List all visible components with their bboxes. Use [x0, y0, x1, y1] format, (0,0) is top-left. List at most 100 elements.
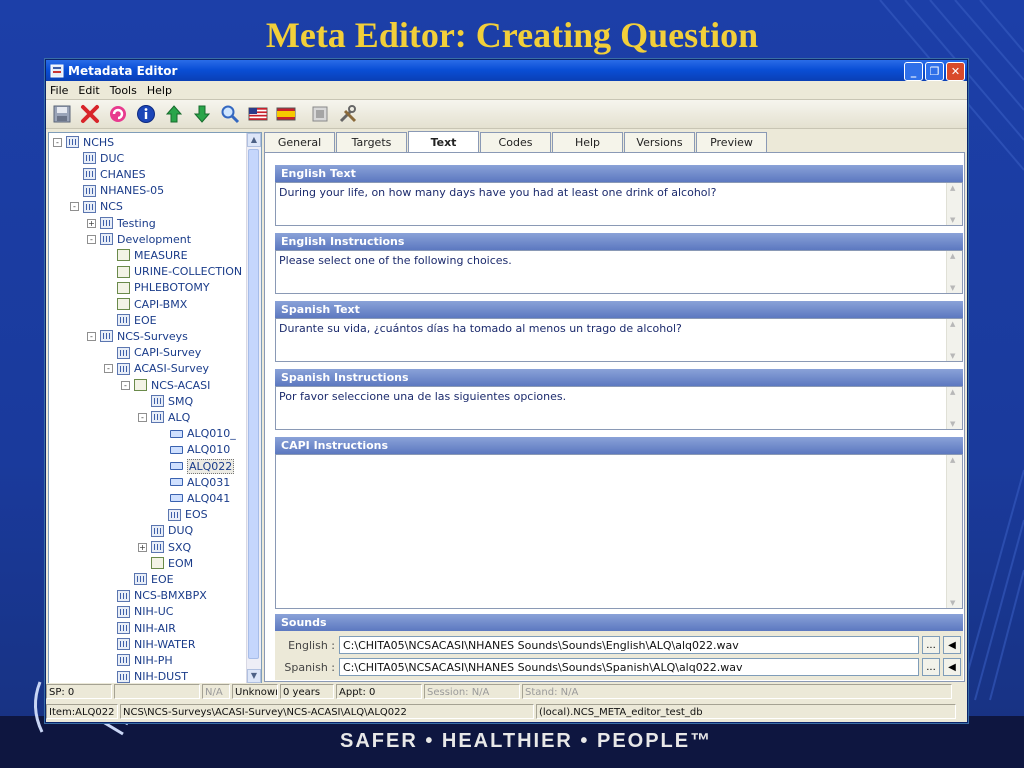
menu-help[interactable]: Help [147, 84, 172, 97]
collapse-icon[interactable]: - [121, 380, 130, 390]
tree-node[interactable]: - NCS-Surveys [87, 328, 188, 344]
tree-node[interactable]: ALQ022 [155, 458, 235, 474]
speaker-icon: ◀ [948, 639, 956, 651]
spanish-browse-button[interactable]: ... [922, 658, 940, 676]
scroll-down-button[interactable]: ▼ [247, 669, 261, 683]
field-scrollbar[interactable] [946, 455, 962, 608]
tree-node[interactable]: + Testing [87, 215, 156, 231]
english-text-field[interactable]: During your life, on how many days have … [275, 182, 963, 226]
collapse-icon[interactable]: - [70, 202, 79, 212]
tree-node[interactable]: - ALQ [138, 409, 190, 425]
spanish-text-field[interactable]: Durante su vida, ¿cuántos días ha tomado… [275, 318, 963, 362]
restore-button[interactable]: ❐ [925, 62, 944, 81]
delete-button[interactable] [77, 101, 103, 127]
move-up-icon [165, 105, 183, 123]
tree-node[interactable]: ALQ041 [155, 490, 230, 506]
tab-preview[interactable]: Preview [696, 132, 767, 152]
field-scrollbar[interactable] [946, 387, 962, 429]
scroll-up-button[interactable]: ▲ [247, 133, 261, 147]
tree-node[interactable]: NIH-PH [104, 652, 173, 668]
expand-icon[interactable]: + [87, 218, 96, 228]
metadata-tree[interactable]: ▲ ▼ - NCHS DUC CHANES NHANES-05- NCS + Testing -… [48, 132, 262, 684]
title-bar[interactable]: Metadata Editor _ ❐ ✕ [46, 60, 967, 81]
minimize-button[interactable]: _ [904, 62, 923, 81]
tree-node[interactable]: ALQ010 [155, 442, 230, 458]
field-scrollbar[interactable] [946, 319, 962, 361]
info-button[interactable] [133, 101, 159, 127]
tree-node[interactable]: NCS-BMXBPX [104, 588, 207, 604]
english-language-button[interactable] [245, 101, 271, 127]
tree-node[interactable]: DUQ [138, 523, 193, 539]
tree-node[interactable]: EOE [104, 312, 157, 328]
tree-node[interactable]: NHANES-05 [70, 183, 164, 199]
tree-node[interactable]: - ACASI-Survey [104, 361, 209, 377]
tree-node[interactable]: + SXQ [138, 539, 191, 555]
english-sound-path-field[interactable]: C:\CHITA05\NCSACASI\NHANES Sounds\Sounds… [339, 636, 919, 654]
tree-node[interactable]: NIH-DUST [104, 669, 188, 683]
spanish-play-button[interactable]: ◀ [943, 658, 961, 676]
spanish-language-button[interactable] [273, 101, 299, 127]
preview-button[interactable] [307, 101, 333, 127]
tree-node[interactable]: EOM [138, 555, 193, 571]
tree-node[interactable]: CHANES [70, 166, 146, 182]
expand-icon[interactable]: + [138, 542, 147, 552]
tree-node[interactable]: - Development [87, 231, 191, 247]
field-scrollbar[interactable] [946, 251, 962, 293]
menu-tools[interactable]: Tools [110, 84, 137, 97]
sounds-section: Sounds English : C:\CHITA05\NCSACASI\NHA… [275, 614, 963, 680]
tab-targets[interactable]: Targets [336, 132, 407, 152]
tools-button[interactable] [335, 101, 361, 127]
tab-help[interactable]: Help [552, 132, 623, 152]
search-button[interactable] [217, 101, 243, 127]
collapse-icon[interactable]: - [138, 412, 147, 422]
english-play-button[interactable]: ◀ [943, 636, 961, 654]
tree-node-label: NCS-ACASI [151, 378, 211, 392]
status-item-path: NCS\NCS-Surveys\ACASI-Survey\NCS-ACASI\A… [120, 704, 534, 719]
tree-node[interactable]: EOS [155, 507, 208, 523]
collapse-icon[interactable]: - [104, 364, 113, 374]
tab-codes[interactable]: Codes [480, 132, 551, 152]
tree-node[interactable]: NIH-AIR [104, 620, 176, 636]
tree-node[interactable]: CAPI-BMX [104, 296, 187, 312]
collapse-icon[interactable]: - [87, 234, 96, 244]
tree-node[interactable]: URINE-COLLECTION [104, 264, 242, 280]
tree-node[interactable]: ALQ010_ [155, 426, 236, 442]
tree-node[interactable]: CAPI-Survey [104, 345, 201, 361]
capi-instructions-field[interactable] [275, 454, 963, 609]
tab-text[interactable]: Text [408, 131, 479, 153]
field-scrollbar[interactable] [946, 183, 962, 225]
move-down-button[interactable] [189, 101, 215, 127]
move-up-button[interactable] [161, 101, 187, 127]
tab-versions[interactable]: Versions [624, 132, 695, 152]
close-button[interactable]: ✕ [946, 62, 965, 81]
tree-node[interactable]: MEASURE [104, 247, 188, 263]
tree-scrollbar[interactable]: ▲ ▼ [246, 133, 261, 683]
spanish-sound-path-field[interactable]: C:\CHITA05\NCSACASI\NHANES Sounds\Sounds… [339, 658, 919, 676]
refresh-button[interactable] [105, 101, 131, 127]
tree-node[interactable]: DUC [70, 150, 124, 166]
tree-node[interactable]: EOE [121, 571, 174, 587]
tree-node[interactable]: - NCS [70, 199, 123, 215]
tree-node[interactable]: SMQ [138, 393, 193, 409]
english-instructions-field[interactable]: Please select one of the following choic… [275, 250, 963, 294]
save-button[interactable] [49, 101, 75, 127]
tree-node-label: NCS [100, 200, 123, 214]
database-icon [151, 395, 164, 408]
tree-node[interactable]: NIH-WATER [104, 636, 196, 652]
menu-edit[interactable]: Edit [78, 84, 99, 97]
collapse-icon[interactable]: - [53, 137, 62, 147]
spanish-instructions-field[interactable]: Por favor seleccione una de las siguient… [275, 386, 963, 430]
tab-general[interactable]: General [264, 132, 335, 152]
english-browse-button[interactable]: ... [922, 636, 940, 654]
tree-node[interactable]: ALQ031 [155, 474, 230, 490]
tree-node[interactable]: NIH-UC [104, 604, 173, 620]
tree-node[interactable]: - NCS-ACASI [121, 377, 210, 393]
tree-node[interactable]: - NCHS [53, 134, 114, 150]
tree-node-label: ALQ041 [187, 491, 231, 505]
tree-node[interactable]: PHLEBOTOMY [104, 280, 210, 296]
status-item: Item:ALQ022 [46, 704, 118, 719]
menu-file[interactable]: File [50, 84, 68, 97]
database-icon [134, 573, 147, 586]
scroll-thumb[interactable] [248, 149, 259, 659]
collapse-icon[interactable]: - [87, 331, 96, 341]
